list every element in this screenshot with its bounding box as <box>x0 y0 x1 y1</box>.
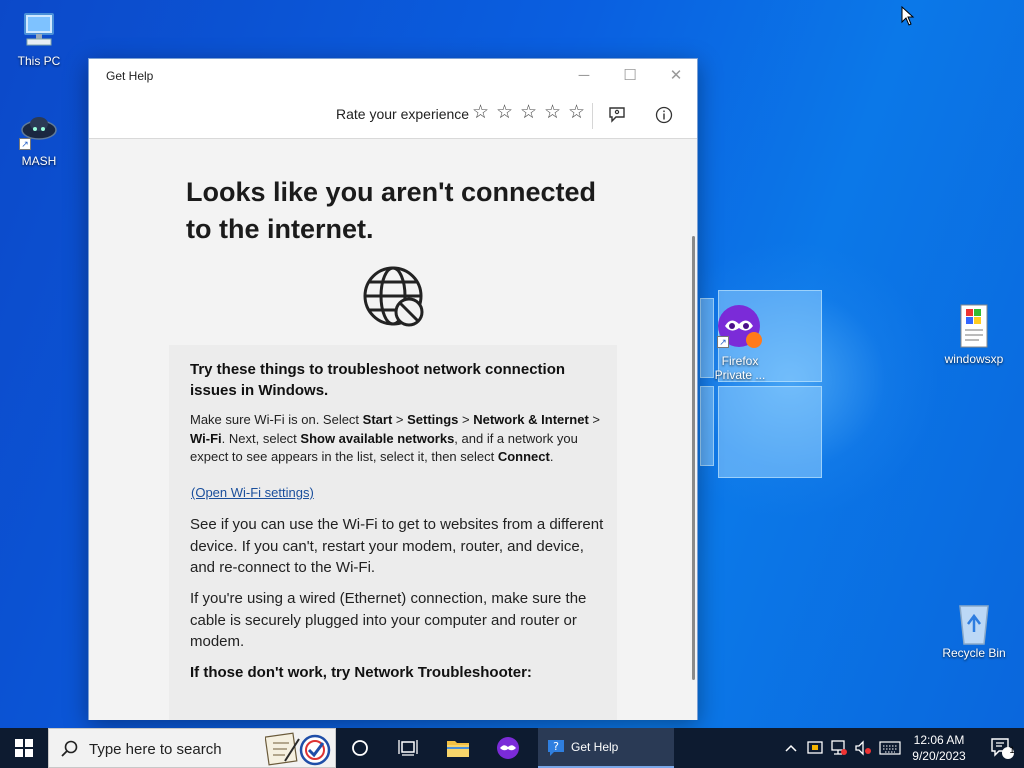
taskbar-app-get-help[interactable]: ? Get Help <box>538 728 674 768</box>
mash-app-icon: ↗ <box>19 110 59 150</box>
wifi-tip-text: > <box>588 412 601 427</box>
window-titlebar[interactable]: Get Help ─ ☐ ✕ <box>89 59 697 91</box>
star-rating-1[interactable]: ☆ <box>471 102 490 124</box>
rating-stars: ☆ ☆ ☆ ☆ ☆ <box>471 102 586 124</box>
desktop-icon-label: MASH <box>21 154 57 168</box>
search-placeholder: Type here to search <box>89 741 222 758</box>
document-icon <box>960 304 988 348</box>
computer-icon <box>19 10 59 50</box>
wifi-tip-paragraph: Make sure Wi-Fi is on. Select Start > Se… <box>190 411 602 467</box>
taskbar: Type here to search ? Get Help 12:06 AM … <box>0 728 1024 768</box>
keyboard-icon[interactable] <box>876 728 904 768</box>
windows-logo-icon <box>15 739 33 757</box>
firefox-private-icon <box>497 737 519 759</box>
vertical-scrollbar[interactable] <box>692 236 695 680</box>
star-rating-4[interactable]: ☆ <box>543 102 562 124</box>
task-view-button[interactable] <box>384 728 432 768</box>
card-heading: Try these things to troubleshoot network… <box>190 361 566 399</box>
task-view-icon <box>398 740 418 756</box>
wifi-tip-bold: Network & Internet <box>473 412 589 427</box>
minimize-button[interactable]: ─ <box>561 59 607 91</box>
desktop-icon-this-pc[interactable]: This PC <box>4 10 74 68</box>
shortcut-arrow-icon: ↗ <box>717 336 729 348</box>
close-button[interactable]: ✕ <box>653 59 699 91</box>
wifi-tip-text: . <box>549 449 554 464</box>
globe-blocked-icon <box>363 266 425 328</box>
clock-date: 9/20/2023 <box>912 749 966 763</box>
search-icon <box>61 740 78 757</box>
shortcut-arrow-icon: ↗ <box>19 138 31 150</box>
get-help-window: Get Help ─ ☐ ✕ Rate your experience ☆ ☆ … <box>88 58 698 720</box>
troubleshooter-heading: If those don't work, try Network Trouble… <box>190 664 532 681</box>
start-button[interactable] <box>0 728 48 768</box>
file-explorer-button[interactable] <box>434 728 482 768</box>
search-highlight-illustration-icon <box>265 732 331 766</box>
recycle-bin-icon <box>954 602 994 645</box>
star-rating-5[interactable]: ☆ <box>567 102 586 124</box>
wifi-tip-bold: Settings <box>407 412 459 427</box>
desktop-icon-firefox-private[interactable]: ↗ Firefox Private ... <box>705 304 775 382</box>
cortana-button[interactable] <box>336 728 384 768</box>
rate-experience-label: Rate your experience <box>336 106 470 122</box>
feedback-icon[interactable] <box>605 103 629 127</box>
taskbar-clock[interactable]: 12:06 AM 9/20/2023 <box>906 732 972 764</box>
help-content: Looks like you aren't connected to the i… <box>89 140 697 720</box>
desktop-icon-label: windowsxp <box>944 352 1004 366</box>
open-wifi-settings-link[interactable]: (Open Wi-Fi settings) <box>191 485 314 500</box>
info-icon[interactable] <box>652 103 676 127</box>
cortana-circle-icon <box>352 740 368 756</box>
device-tip-paragraph: See if you can use the Wi-Fi to get to w… <box>190 516 604 576</box>
network-settings-icon[interactable] <box>804 728 826 768</box>
desktop-icon-label: Firefox Private ... <box>714 354 766 382</box>
action-center-button[interactable]: 1 <box>980 728 1024 768</box>
network-disconnected-icon[interactable] <box>828 728 850 768</box>
help-toolbar: Rate your experience ☆ ☆ ☆ ☆ ☆ <box>89 91 697 139</box>
folder-icon <box>447 741 469 757</box>
wifi-tip-bold: Wi-Fi <box>190 430 222 446</box>
wifi-tip-bold: Connect <box>497 449 550 464</box>
star-rating-2[interactable]: ☆ <box>495 102 514 124</box>
wifi-tip-text: > <box>458 412 474 427</box>
toolbar-divider <box>592 103 593 129</box>
firefox-private-icon: ↗ <box>717 304 763 350</box>
star-rating-3[interactable]: ☆ <box>519 102 538 124</box>
desktop-icon-windowsxp[interactable]: windowsxp <box>939 304 1009 366</box>
page-title: Looks like you aren't connected to the i… <box>186 177 597 244</box>
wifi-tip-bold: Start <box>362 412 393 427</box>
taskbar-search-box[interactable]: Type here to search <box>48 728 336 768</box>
chevron-up-icon[interactable] <box>780 728 802 768</box>
logo-pane <box>700 386 714 466</box>
ethernet-tip-paragraph: If you're using a wired (Ethernet) conne… <box>190 590 587 650</box>
desktop-icon-label: This PC <box>17 54 61 68</box>
wifi-tip-text: . Next, select <box>221 430 301 446</box>
firefox-private-taskbar-button[interactable] <box>484 728 532 768</box>
troubleshoot-card: Try these things to troubleshoot network… <box>169 345 617 720</box>
desktop-icon-mash[interactable]: ↗ MASH <box>4 110 74 168</box>
volume-muted-icon[interactable] <box>852 728 874 768</box>
maximize-button[interactable]: ☐ <box>607 59 653 91</box>
window-title: Get Help <box>106 69 154 83</box>
taskbar-app-label: Get Help <box>571 740 619 754</box>
wifi-tip-text: > <box>392 412 408 427</box>
clock-time: 12:06 AM <box>913 733 965 747</box>
wifi-tip-bold: Show available networks <box>300 430 455 446</box>
wifi-tip-text: Make sure Wi-Fi is on. Select <box>190 412 363 427</box>
notification-count: 1 <box>1009 745 1015 755</box>
desktop-icon-label: Recycle Bin <box>942 646 1006 660</box>
get-help-icon: ? <box>548 740 564 756</box>
desktop-icon-recycle-bin[interactable]: Recycle Bin <box>939 602 1009 660</box>
logo-pane <box>718 386 822 478</box>
svg-text:?: ? <box>553 740 559 753</box>
